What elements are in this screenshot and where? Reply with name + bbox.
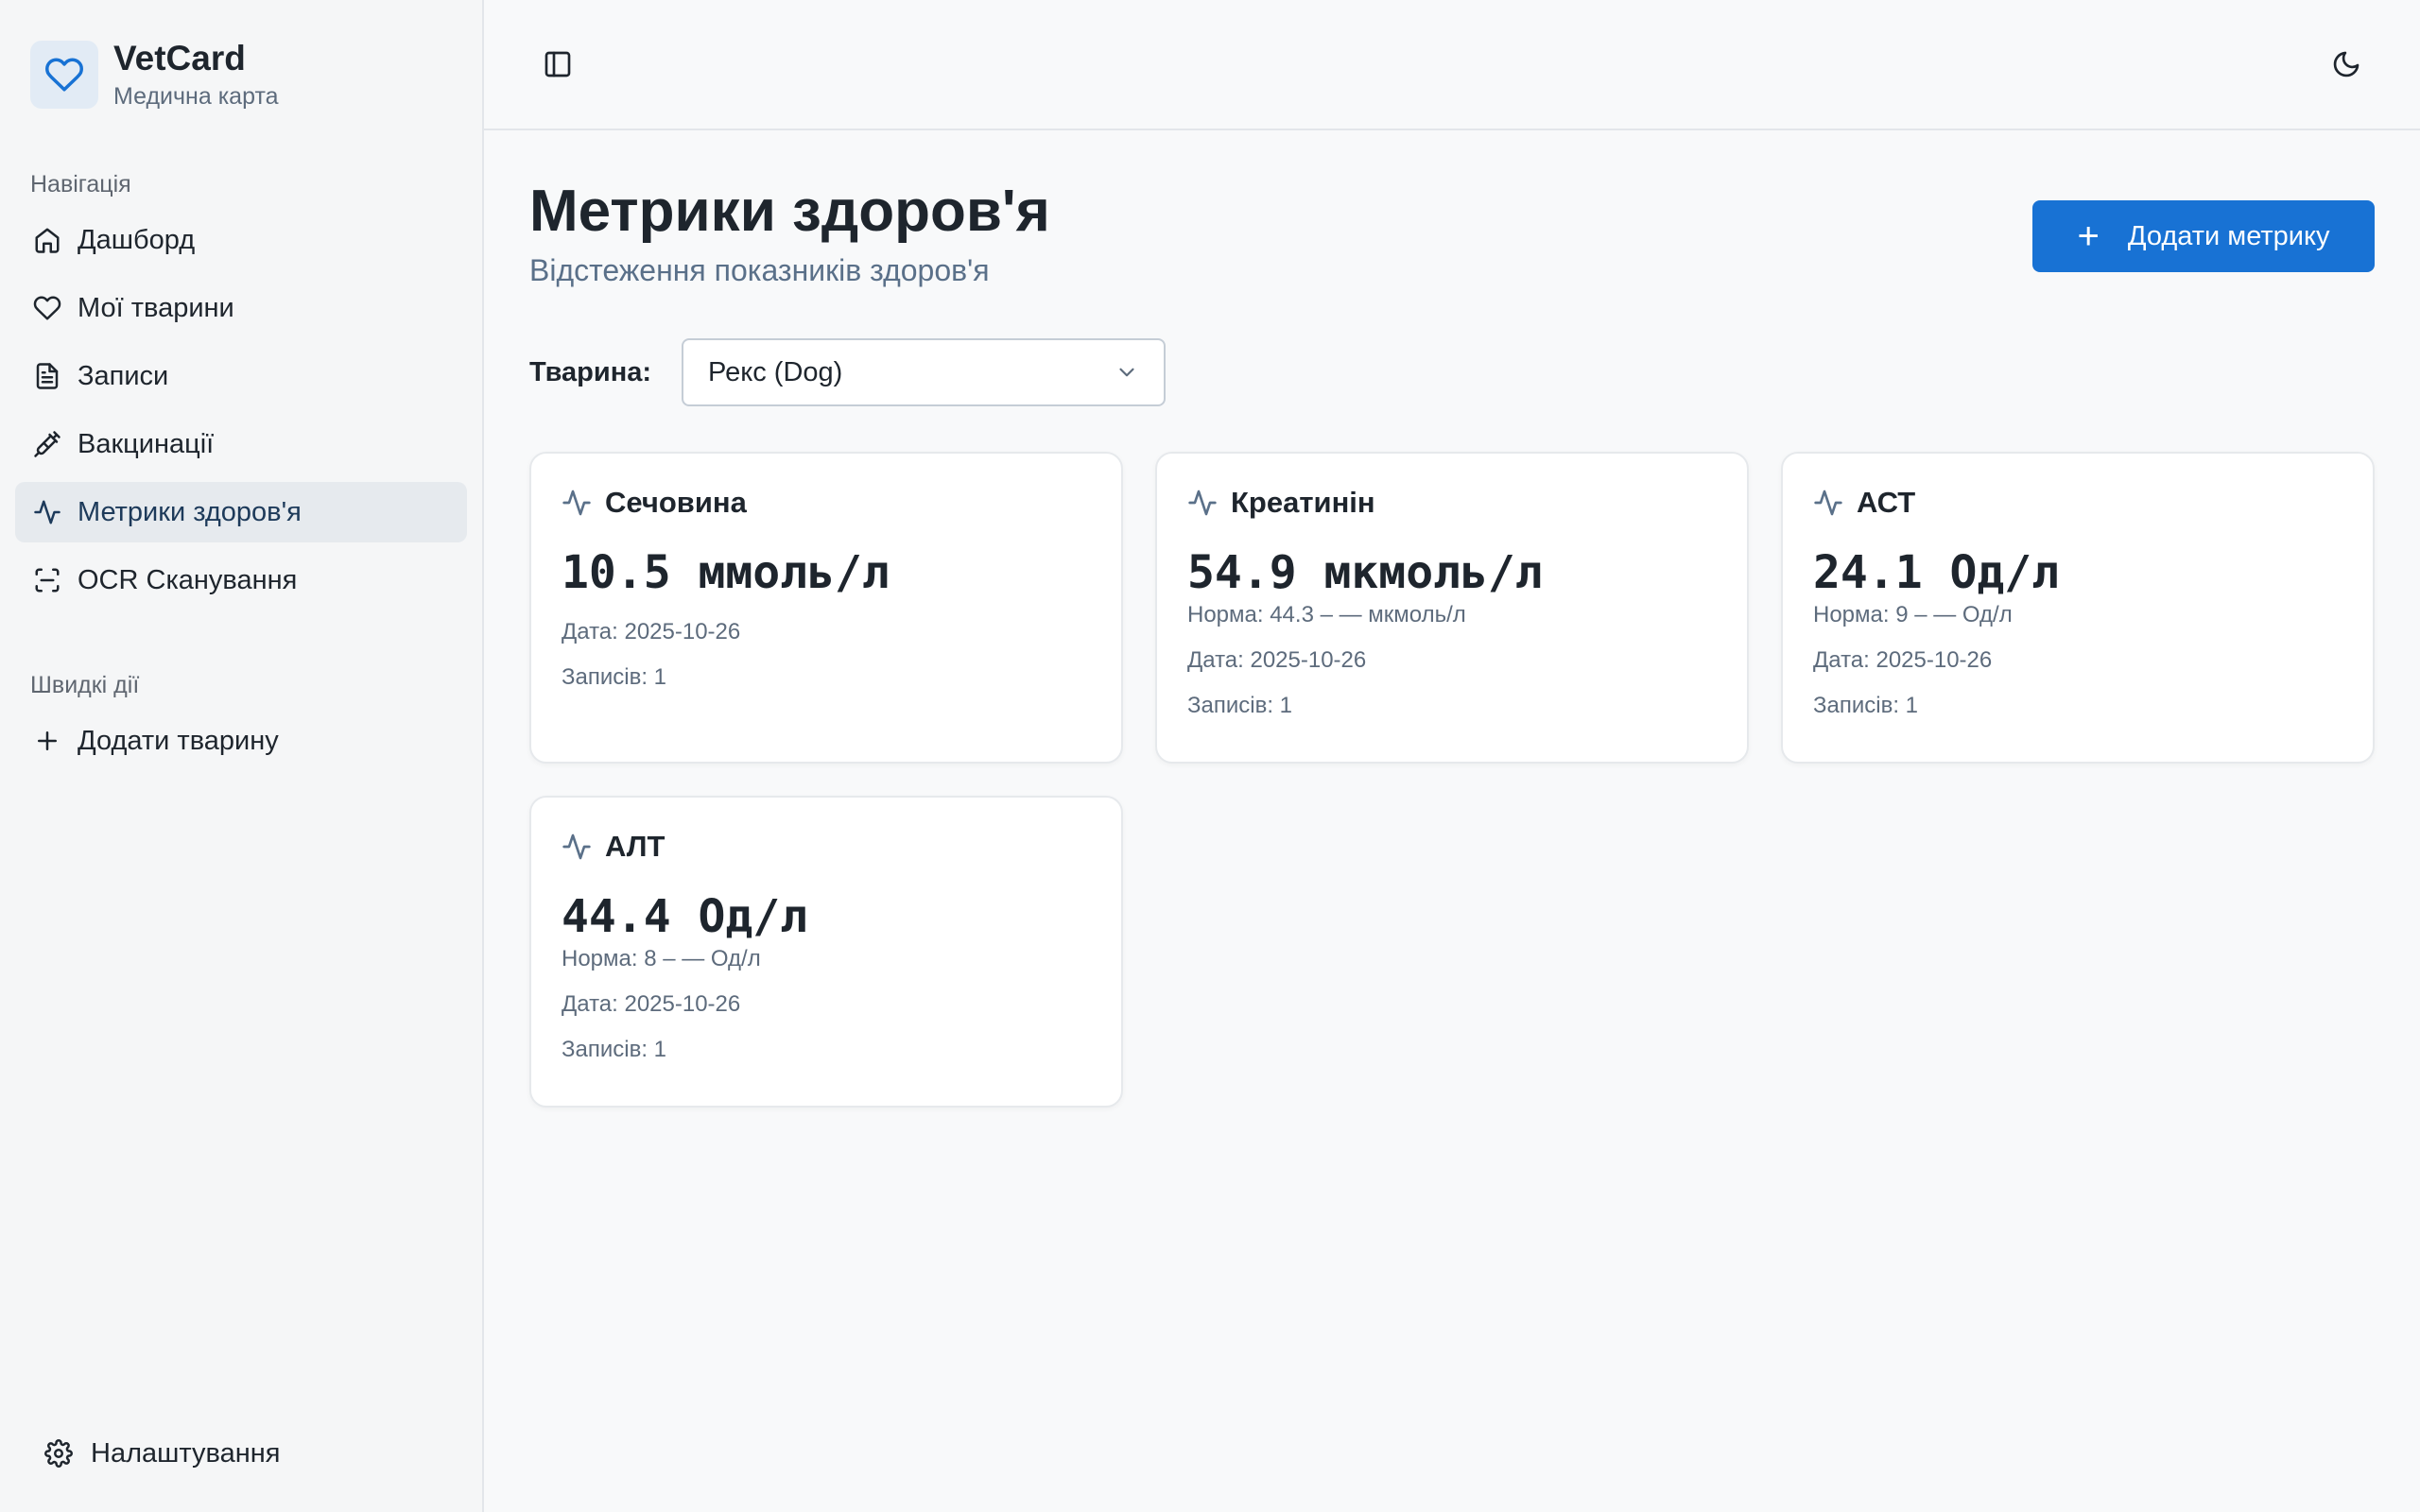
content: Метрики здоров'я Відстеження показників …	[484, 130, 2420, 1108]
syringe-icon	[32, 429, 62, 459]
animal-select-value: Рекс (Dog)	[708, 356, 843, 387]
metric-name: АЛТ	[605, 830, 666, 863]
page-title: Метрики здоров'я	[529, 179, 1050, 244]
metric-date: Дата: 2025-10-26	[562, 619, 741, 644]
chevron-down-icon	[1119, 368, 1134, 377]
home-icon	[32, 225, 62, 255]
brand-title: VetCard	[113, 39, 246, 77]
metric-name: Сечовина	[605, 486, 747, 519]
metric-date: Дата: 2025-10-26	[562, 991, 741, 1017]
nav-section-label: Навігація	[30, 171, 131, 198]
brand-subtitle: Медична карта	[113, 83, 279, 110]
metric-records: Записів: 1	[1813, 693, 1919, 718]
metric-date: Дата: 2025-10-26	[1813, 647, 1993, 673]
sidebar-item-label: Метрики здоров'я	[78, 496, 302, 527]
metric-card-creatinine[interactable]: Креатинін 54.9 мкмоль/л Норма: 44.3 – — …	[1155, 452, 1749, 764]
sidebar-item-dashboard[interactable]: Дашборд	[15, 210, 467, 270]
add-metric-label: Додати метрику	[2127, 220, 2330, 251]
sidebar-item-label: Записи	[78, 360, 169, 391]
metric-value: 44.4 Од/л	[562, 890, 808, 943]
metric-card-alt[interactable]: АЛТ 44.4 Од/л Норма: 8 – — Од/л Дата: 20…	[529, 796, 1123, 1108]
animal-select[interactable]: Рекс (Dog)	[682, 338, 1167, 406]
sidebar-item-vaccinations[interactable]: Вакцинації	[15, 414, 467, 474]
page-header: Метрики здоров'я Відстеження показників …	[529, 176, 2375, 289]
add-animal-button[interactable]: Додати тварину	[15, 711, 467, 771]
add-animal-label: Додати тварину	[78, 725, 279, 756]
metric-norm: Норма: 8 – — Од/л	[562, 946, 761, 971]
animal-filter-label: Тварина:	[529, 356, 652, 387]
sidebar-item-health-metrics[interactable]: Метрики здоров'я	[15, 482, 467, 542]
metric-value: 54.9 мкмоль/л	[1187, 546, 1543, 599]
sidebar-item-records[interactable]: Записи	[15, 346, 467, 406]
metric-name: Креатинін	[1231, 486, 1375, 519]
metric-norm: Норма: 9 – — Од/л	[1813, 602, 2013, 627]
sidebar-item-label: Мої тварини	[78, 292, 234, 323]
activity-icon	[32, 497, 62, 527]
sidebar-item-label: Вакцинації	[78, 428, 215, 459]
activity-icon	[1814, 490, 1842, 516]
sidebar-item-label: OCR Сканування	[78, 564, 298, 595]
sidebar-item-my-animals[interactable]: Мої тварини	[15, 278, 467, 338]
animal-filter: Тварина: Рекс (Dog)	[529, 338, 2375, 406]
gear-icon	[43, 1438, 74, 1469]
add-metric-button[interactable]: + Додати метрику	[2032, 200, 2375, 272]
metric-records: Записів: 1	[562, 664, 667, 690]
metric-records: Записів: 1	[562, 1037, 667, 1062]
panel-left-icon	[544, 51, 571, 77]
sidebar-nav: Дашборд Мої тварини Записи Вакцинації Ме…	[0, 210, 482, 610]
settings-button[interactable]: Налаштування	[30, 1427, 293, 1480]
sidebar-item-ocr-scan[interactable]: OCR Сканування	[15, 550, 467, 610]
moon-icon	[2333, 51, 2360, 77]
heart-logo-icon	[30, 41, 98, 109]
metric-card-urea[interactable]: Сечовина 10.5 ммоль/л Дата: 2025-10-26 З…	[529, 452, 1123, 764]
metric-date: Дата: 2025-10-26	[1187, 647, 1367, 673]
activity-icon	[1188, 490, 1217, 516]
plus-icon	[32, 726, 62, 756]
topbar	[484, 0, 2420, 130]
settings-label: Налаштування	[91, 1437, 281, 1469]
sidebar: VetCard Медична карта Навігація Дашборд …	[0, 0, 484, 1512]
file-text-icon	[32, 361, 62, 391]
plus-icon: +	[2077, 215, 2100, 257]
metric-card-ast[interactable]: АСТ 24.1 Од/л Норма: 9 – — Од/л Дата: 20…	[1781, 452, 2375, 764]
app-root: VetCard Медична карта Навігація Дашборд …	[0, 0, 2420, 1512]
scan-icon	[32, 565, 62, 595]
quick-actions-label: Швидкі дії	[30, 672, 140, 698]
metric-value: 10.5 ммоль/л	[562, 546, 890, 599]
metric-value: 24.1 Од/л	[1813, 546, 2060, 599]
quick-actions: Додати тварину	[0, 711, 482, 771]
sidebar-item-label: Дашборд	[78, 224, 196, 255]
metrics-grid: Сечовина 10.5 ммоль/л Дата: 2025-10-26 З…	[529, 452, 2375, 1108]
activity-icon	[562, 833, 591, 860]
metric-norm: Норма: 44.3 – — мкмоль/л	[1187, 602, 1466, 627]
heart-icon	[32, 293, 62, 323]
activity-icon	[562, 490, 591, 516]
theme-toggle-button[interactable]	[2324, 42, 2369, 87]
main-area: Метрики здоров'я Відстеження показників …	[484, 0, 2420, 1512]
brand[interactable]: VetCard Медична карта	[0, 0, 482, 113]
metric-name: АСТ	[1857, 486, 1916, 519]
page-subtitle: Відстеження показників здоров'я	[529, 253, 990, 287]
metric-records: Записів: 1	[1187, 693, 1293, 718]
sidebar-toggle-button[interactable]	[535, 42, 580, 87]
